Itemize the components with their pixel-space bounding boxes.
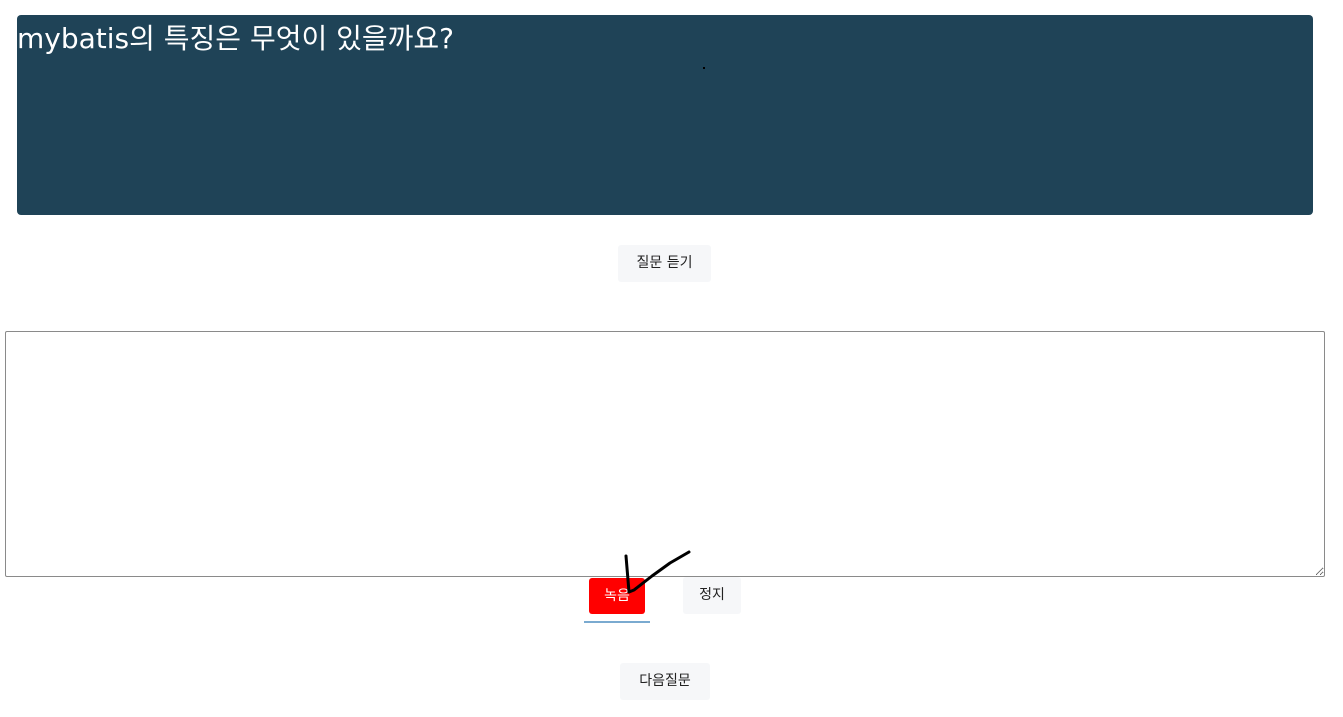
answer-textarea[interactable]: [5, 331, 1325, 577]
question-panel: mybatis의 특징은 무엇이 있을까요?: [17, 15, 1313, 215]
question-text: mybatis의 특징은 무엇이 있을까요?: [17, 22, 455, 55]
dot-speck: [703, 67, 705, 69]
stop-button[interactable]: 정지: [683, 577, 741, 614]
listen-question-button[interactable]: 질문 듣기: [618, 245, 711, 282]
next-question-button[interactable]: 다음질문: [620, 663, 710, 700]
record-button[interactable]: 녹음: [589, 578, 645, 614]
record-underline: [584, 621, 650, 623]
interview-page: mybatis의 특징은 무엇이 있을까요? 질문 듣기 녹음 정지 다음질문: [0, 0, 1343, 717]
